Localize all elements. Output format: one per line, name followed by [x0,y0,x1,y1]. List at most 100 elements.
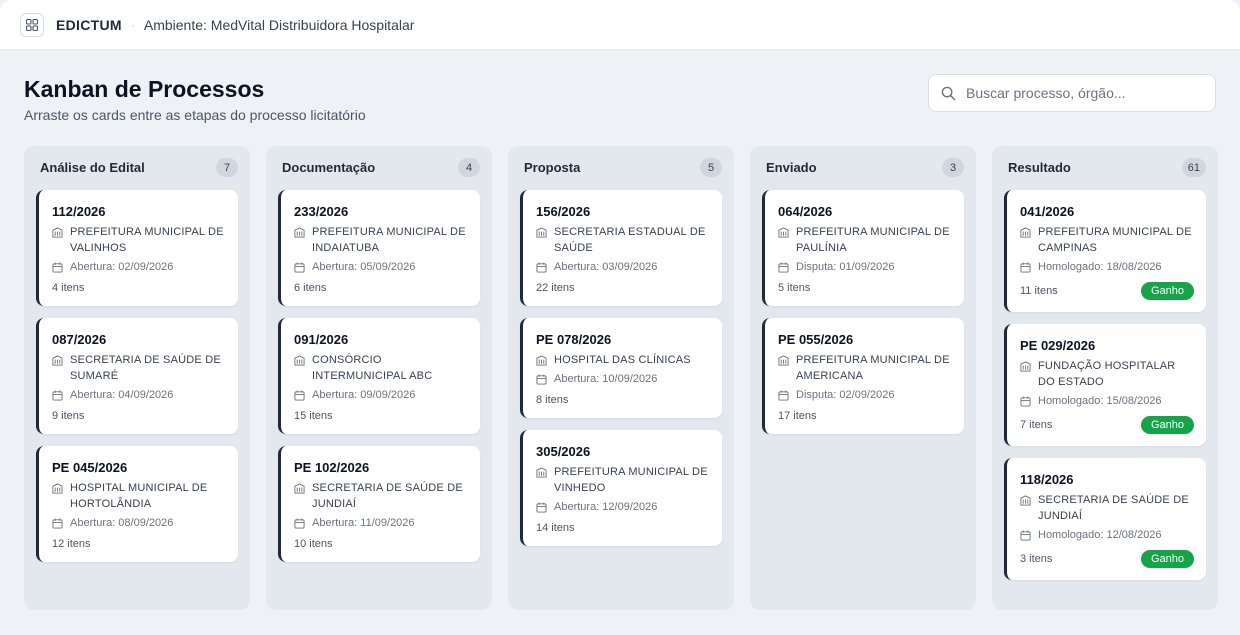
app-grid-icon[interactable] [20,12,44,37]
process-date: Abertura: 12/09/2026 [554,501,658,513]
process-date: Abertura: 08/09/2026 [70,517,174,529]
building-icon [294,480,306,496]
items-count: 12 itens [52,538,91,550]
environment-label[interactable]: Ambiente: MedVital Distribuidora Hospita… [144,17,415,33]
column-header: Proposta 5 [520,158,722,177]
building-icon [778,352,790,368]
calendar-icon [1020,259,1032,275]
items-count: 6 itens [294,282,327,294]
column-title: Documentação [282,160,376,175]
agency-name: PREFEITURA MUNICIPAL DE PAULÍNIA [796,226,950,254]
agency-name: PREFEITURA MUNICIPAL DE VALINHOS [70,226,224,254]
agency-name: CONSÓRCIO INTERMUNICIPAL ABC [312,354,433,382]
page-subtitle: Arraste os cards entre as etapas do proc… [24,107,366,123]
items-count: 3 itens [1020,553,1053,565]
calendar-icon [52,515,64,531]
calendar-icon [536,499,548,515]
calendar-icon [1020,527,1032,543]
process-date: Homologado: 12/08/2026 [1038,529,1162,541]
process-number: PE 102/2026 [294,460,370,475]
process-date: Abertura: 03/09/2026 [554,261,658,273]
breadcrumb-separator: · [130,17,135,32]
items-count: 22 itens [536,282,575,294]
process-card[interactable]: 112/2026 PREFEITURA MUNICIPAL DE VALINHOS… [36,190,238,306]
process-number: 305/2026 [536,444,591,459]
process-number: 087/2026 [52,332,107,347]
process-card[interactable]: PE 078/2026 HOSPITAL DAS CLÍNICAS Abertura… [520,318,722,418]
process-card[interactable]: 041/2026 PREFEITURA MUNICIPAL DE CAMPINAS… [1004,190,1206,312]
agency-name: SECRETARIA DE SAÚDE DE JUNDIAÍ [312,482,463,510]
agency-name: SECRETARIA ESTADUAL DE SAÚDE [554,226,706,254]
calendar-icon [778,387,790,403]
calendar-icon [294,259,306,275]
brand-name[interactable]: EDICTUM [56,17,122,33]
kanban-board: Análise do Edital 7 112/2026 PREFEITURA MUN… [24,146,1218,610]
search-icon [941,86,956,100]
agency-name: HOSPITAL MUNICIPAL DE HORTOLÂNDIA [70,482,208,510]
status-badge: Ganho [1140,282,1194,300]
process-date: Abertura: 05/09/2026 [312,261,416,273]
kanban-column: Proposta 5 156/2026 SECRETARIA ESTADUAL DE … [508,146,734,610]
items-count: 8 itens [536,394,569,406]
process-date: Abertura: 11/09/2026 [312,517,415,529]
process-card[interactable]: PE 102/2026 SECRETARIA DE SAÚDE DE JUNDIA… [278,446,480,562]
items-count: 4 itens [52,282,85,294]
agency-name: PREFEITURA MUNICIPAL DE AMERICANA [796,354,950,382]
items-count: 7 itens [1020,419,1053,431]
process-date: Homologado: 15/08/2026 [1038,395,1162,407]
process-card[interactable]: 305/2026 PREFEITURA MUNICIPAL DE VINHEDO A… [520,430,722,546]
process-card[interactable]: 118/2026 SECRETARIA DE SAÚDE DE JUNDIAÍ Ho… [1004,458,1206,580]
calendar-icon [294,515,306,531]
building-icon [1020,358,1032,374]
page-title: Kanban de Processos [24,76,265,102]
column-count-badge: 61 [1181,158,1206,177]
process-number: 112/2026 [52,204,106,219]
calendar-icon [778,259,790,275]
process-number: PE 078/2026 [536,332,612,347]
process-date: Abertura: 02/09/2026 [70,261,174,273]
calendar-icon [52,259,64,275]
process-number: 118/2026 [1020,472,1074,487]
search-input[interactable] [966,85,1206,101]
building-icon [294,224,306,240]
agency-name: HOSPITAL DAS CLÍNICAS [554,354,691,366]
process-card[interactable]: PE 055/2026 PREFEITURA MUNICIPAL DE AMERI… [762,318,964,434]
process-date: Abertura: 09/09/2026 [312,389,416,401]
items-count: 14 itens [536,522,575,534]
calendar-icon [52,387,64,403]
building-icon [536,464,548,480]
process-card[interactable]: 233/2026 PREFEITURA MUNICIPAL DE INDAIATU… [278,190,480,306]
column-count-badge: 3 [942,158,964,177]
items-count: 9 itens [52,410,85,422]
calendar-icon [536,259,548,275]
items-count: 11 itens [1020,285,1058,297]
building-icon [1020,224,1032,240]
process-card[interactable]: 156/2026 SECRETARIA ESTADUAL DE SAÚDE Aber… [520,190,722,306]
process-card[interactable]: 087/2026 SECRETARIA DE SAÚDE DE SUMARÉ Abe… [36,318,238,434]
process-number: 091/2026 [294,332,349,347]
process-card[interactable]: 091/2026 CONSÓRCIO INTERMUNICIPAL ABC Aber… [278,318,480,434]
process-number: 233/2026 [294,204,349,219]
column-count-badge: 5 [700,158,722,177]
search-box[interactable] [928,74,1216,112]
column-count-badge: 7 [216,158,238,177]
process-card[interactable]: PE 029/2026 FUNDAÇÃO HOSPITALAR DO ESTADO… [1004,324,1206,446]
agency-name: SECRETARIA DE SAÚDE DE JUNDIAÍ [1038,494,1189,522]
building-icon [778,224,790,240]
process-number: PE 055/2026 [778,332,854,347]
process-card[interactable]: PE 045/2026 HOSPITAL MUNICIPAL DE HORTOLÂ… [36,446,238,562]
column-header: Documentação 4 [278,158,480,177]
agency-name: PREFEITURA MUNICIPAL DE VINHEDO [554,466,708,494]
kanban-column: Documentação 4 233/2026 PREFEITURA MUNICIPA… [266,146,492,610]
column-title: Resultado [1008,160,1071,175]
agency-name: FUNDAÇÃO HOSPITALAR DO ESTADO [1038,360,1176,388]
kanban-column: Resultado 61 041/2026 PREFEITURA MUNICIPAL … [992,146,1218,610]
column-title: Enviado [766,160,817,175]
process-number: PE 029/2026 [1020,338,1096,353]
process-date: Disputa: 02/09/2026 [796,389,895,401]
process-card[interactable]: 064/2026 PREFEITURA MUNICIPAL DE PAULÍNIA… [762,190,964,306]
column-header: Análise do Edital 7 [36,158,238,177]
top-bar: EDICTUM · Ambiente: MedVital Distribuido… [0,0,1240,50]
building-icon [536,224,548,240]
agency-name: PREFEITURA MUNICIPAL DE INDAIATUBA [312,226,466,254]
